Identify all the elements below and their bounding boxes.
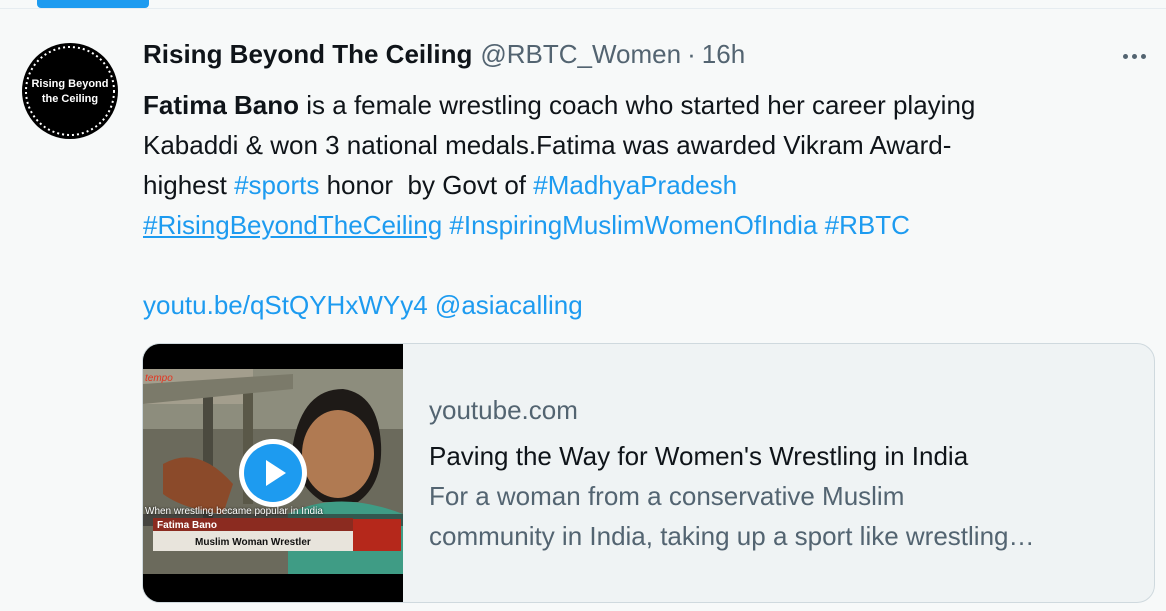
tweet-text: Fatima Bano is a female wrestling coach …	[143, 85, 1143, 325]
tweet-line-6: youtu.be/qStQYHxWYy4 @asiacalling	[143, 285, 1143, 325]
card-info[interactable]: youtube.com Paving the Way for Women's W…	[429, 392, 1139, 556]
play-icon	[244, 444, 302, 502]
hashtag-inspiringmuslimwomenofindia[interactable]: #InspiringMuslimWomenOfIndia	[449, 210, 817, 240]
channel-logo: tempo	[145, 373, 173, 384]
display-name[interactable]: Rising Beyond The Ceiling	[143, 39, 472, 70]
video-thumbnail[interactable]: tempo When wrestling became popular in I…	[143, 344, 403, 602]
avatar[interactable]: Rising Beyond the Ceiling	[22, 43, 118, 139]
text-segment: is a female wrestling coach who started …	[299, 90, 976, 120]
card-domain: youtube.com	[429, 395, 578, 425]
tweet-header: Rising Beyond The Ceiling @RBTC_Women · …	[143, 37, 745, 71]
text-segment: honor by Govt of	[319, 170, 534, 200]
youtube-link[interactable]: youtu.be/qStQYHxWYy4	[143, 290, 428, 320]
link-preview-card[interactable]: tempo When wrestling became popular in I…	[142, 343, 1155, 603]
tweet-line-4: #RisingBeyondTheCeiling #InspiringMuslim…	[143, 205, 1143, 245]
avatar-line-1: Rising Beyond	[31, 78, 109, 90]
tweet-line-2: Kabaddi & won 3 national medals.Fatima w…	[143, 125, 1143, 165]
avatar-text: Rising Beyond the Ceiling	[22, 77, 118, 107]
avatar-line-2: the Ceiling	[41, 93, 99, 105]
card-description-line-2: community in India, taking up a sport li…	[429, 521, 1035, 551]
timestamp[interactable]: 16h	[702, 39, 745, 70]
more-horizontal-icon[interactable]	[1118, 49, 1150, 63]
card-description-line-1: For a woman from a conservative Muslim	[429, 481, 905, 511]
thumbnail-caption: When wrestling became popular in India	[145, 506, 323, 517]
hashtag-madhyapradesh[interactable]: #MadhyaPradesh	[533, 170, 737, 200]
tweet-line-1: Fatima Bano is a female wrestling coach …	[143, 85, 1143, 125]
thumbnail-name: Fatima Bano	[157, 520, 218, 531]
thumbnail-role: Muslim Woman Wrestler	[195, 537, 311, 548]
mention-bold-name: Fatima Bano	[143, 90, 300, 120]
text-segment: highest	[143, 170, 235, 200]
user-handle[interactable]: @RBTC_Women	[480, 39, 681, 70]
play-button[interactable]	[239, 439, 307, 507]
tweet-line-3: highest #sports honor by Govt of #Madhya…	[143, 165, 1143, 205]
top-strip	[0, 0, 1166, 9]
hashtag-risingbeyondtheceiling[interactable]: #RisingBeyondTheCeiling	[143, 210, 442, 240]
separator-dot: ·	[687, 38, 696, 69]
hashtag-rbtc[interactable]: #RBTC	[825, 210, 910, 240]
tweet[interactable]: Rising Beyond the Ceiling Rising Beyond …	[0, 9, 1166, 611]
mention-asiacalling[interactable]: @asiacalling	[435, 290, 583, 320]
text-segment: Kabaddi & won 3 national medals.Fatima w…	[143, 130, 952, 160]
card-title: Paving the Way for Women's Wrestling in …	[429, 441, 969, 471]
active-tab-indicator	[37, 0, 149, 8]
hashtag-sports[interactable]: #sports	[234, 170, 319, 200]
